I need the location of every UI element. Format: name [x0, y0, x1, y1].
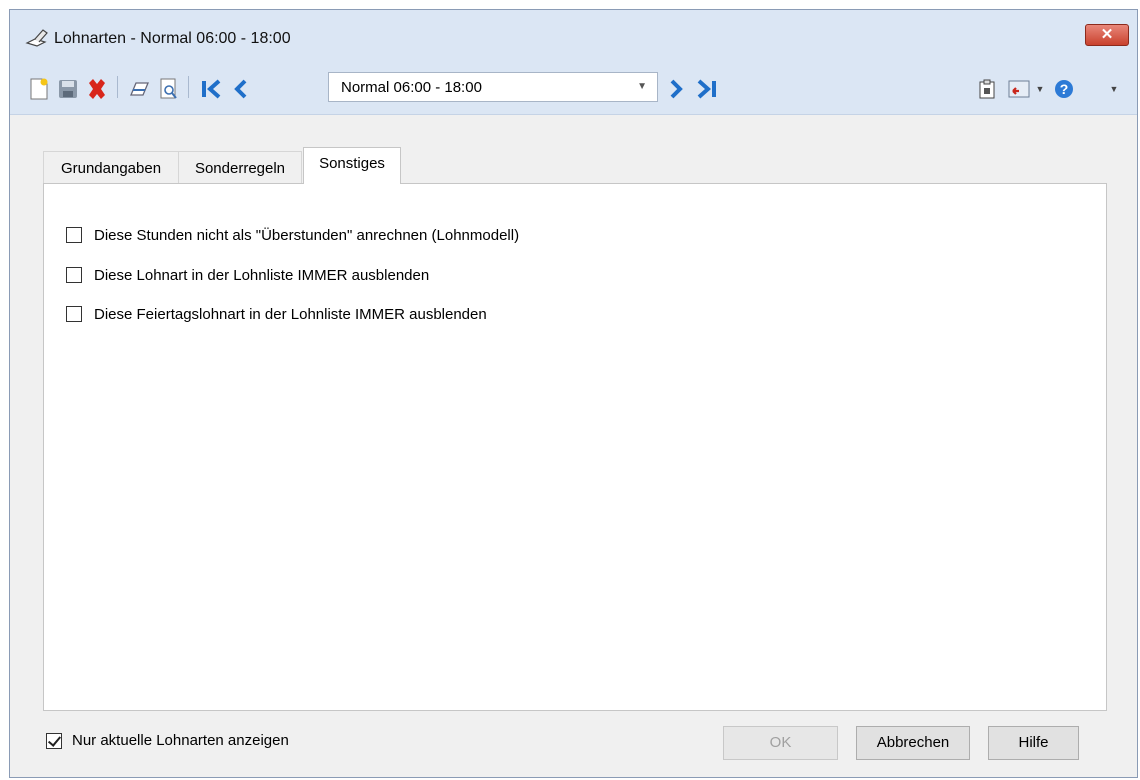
record-select[interactable]: Normal 06:00 - 18:00 ▼	[328, 72, 658, 102]
last-record-icon[interactable]	[692, 77, 720, 101]
export-icon[interactable]	[1006, 77, 1032, 101]
help-button[interactable]: Hilfe	[988, 726, 1079, 760]
toolbar-separator	[188, 76, 189, 98]
clipboard-icon[interactable]	[976, 77, 998, 101]
current-only-label: Nur aktuelle Lohnarten anzeigen	[72, 732, 289, 749]
option-no-overtime[interactable]: Diese Stunden nicht als "Überstunden" an…	[66, 224, 519, 246]
help-icon[interactable]: ?	[1052, 77, 1076, 101]
record-select-value: Normal 06:00 - 18:00	[341, 79, 482, 96]
first-record-icon[interactable]	[198, 77, 226, 101]
hide-holiday-wage-type-label: Diese Feiertagslohnart in der Lohnliste …	[94, 305, 487, 323]
hide-wage-type-checkbox[interactable]	[66, 267, 82, 283]
window-title: Lohnarten - Normal 06:00 - 18:00	[54, 30, 291, 47]
hide-wage-type-label: Diese Lohnart in der Lohnliste IMMER aus…	[94, 266, 430, 284]
close-button[interactable]: ✕	[1085, 24, 1129, 46]
current-only-option[interactable]: Nur aktuelle Lohnarten anzeigen	[46, 732, 289, 749]
toolbar-separator	[117, 76, 118, 98]
cancel-button[interactable]: Abbrechen	[856, 726, 970, 760]
next-record-icon[interactable]	[666, 77, 686, 101]
new-document-icon[interactable]	[28, 77, 50, 101]
export-dropdown-icon[interactable]: ▼	[1034, 80, 1046, 98]
current-only-checkbox[interactable]	[46, 732, 62, 749]
help-dropdown-icon[interactable]: ▼	[1108, 80, 1120, 98]
tab-grundangaben[interactable]: Grundangaben	[43, 151, 179, 183]
chevron-down-icon[interactable]: ▼	[637, 81, 647, 92]
print-icon[interactable]	[126, 77, 152, 101]
option-hide-wage-type[interactable]: Diese Lohnart in der Lohnliste IMMER aus…	[66, 264, 429, 286]
no-overtime-label: Diese Stunden nicht als "Überstunden" an…	[94, 226, 520, 244]
tab-panel-sonstiges: Diese Stunden nicht als "Überstunden" an…	[43, 183, 1107, 711]
pen-book-icon	[25, 28, 49, 48]
toolbar: Normal 06:00 - 18:00 ▼ ▼ ? ▼	[10, 64, 1137, 115]
option-hide-holiday-wage-type[interactable]: Diese Feiertagslohnart in der Lohnliste …	[66, 303, 487, 325]
tab-sonderregeln[interactable]: Sonderregeln	[178, 151, 302, 183]
previous-record-icon[interactable]	[230, 77, 252, 101]
save-icon[interactable]	[56, 77, 80, 101]
delete-icon[interactable]	[84, 76, 110, 102]
title-bar: Lohnarten - Normal 06:00 - 18:00 ✕	[10, 10, 1137, 64]
tab-sonstiges[interactable]: Sonstiges	[303, 147, 401, 184]
dialog-body: Grundangaben Sonderregeln Sonstiges Dies…	[10, 115, 1137, 777]
no-overtime-checkbox[interactable]	[66, 227, 82, 243]
hide-holiday-wage-type-checkbox[interactable]	[66, 306, 82, 322]
print-preview-icon[interactable]	[158, 77, 180, 101]
svg-text:?: ?	[1060, 81, 1069, 97]
ok-button[interactable]: OK	[723, 726, 838, 760]
dialog-window: Lohnarten - Normal 06:00 - 18:00 ✕ Norma…	[9, 9, 1138, 778]
